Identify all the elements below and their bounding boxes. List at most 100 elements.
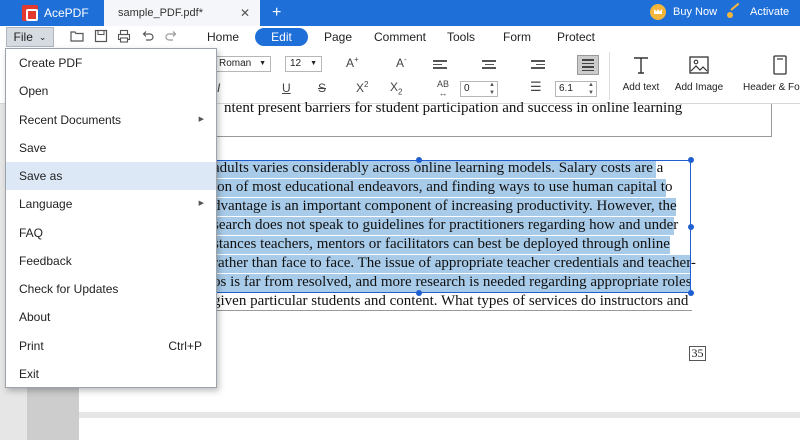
key-icon: [726, 4, 742, 20]
menu-item-label: Language: [19, 197, 73, 212]
add-text-button[interactable]: Add text: [620, 54, 662, 93]
add-image-label: Add Image: [674, 82, 724, 93]
menu-item-save[interactable]: Save: [6, 134, 216, 162]
app-tab[interactable]: AcePDF: [0, 0, 104, 26]
menu-item-print[interactable]: Print Ctrl+P: [6, 332, 216, 360]
document-tab[interactable]: sample_PDF.pdf* ✕: [104, 0, 260, 26]
menu-item-faq[interactable]: FAQ: [6, 219, 216, 247]
document-text-line: given particular students and content. W…: [213, 293, 693, 311]
caret-down-icon: ▼: [259, 60, 266, 67]
resize-handle[interactable]: [416, 290, 422, 296]
menu-item-label: Print: [19, 338, 44, 353]
underline-icon[interactable]: U: [282, 81, 291, 95]
buy-now-label: Buy Now: [673, 6, 718, 18]
menu-item-about[interactable]: About: [6, 303, 216, 331]
font-size-value: 12: [290, 58, 302, 69]
text-t-icon: [630, 54, 652, 76]
justify-icon[interactable]: [577, 55, 599, 75]
subscript-icon[interactable]: X2: [390, 80, 402, 96]
spinner-icon[interactable]: ▲ ▼: [489, 81, 495, 97]
menu-item-label: Check for Updates: [19, 282, 119, 296]
buy-now-button[interactable]: Buy Now: [650, 4, 717, 20]
header-footer-label: Header & Fo: [743, 82, 800, 93]
chevron-down-icon: ⌄: [38, 31, 47, 42]
header-footer-button[interactable]: Header & Fo: [743, 54, 800, 93]
tab-protect[interactable]: Protect: [552, 28, 600, 46]
menu-item-exit[interactable]: Exit: [6, 360, 216, 388]
menu-item-recent-documents[interactable]: Recent Documents ▶: [6, 106, 216, 134]
file-menu-button[interactable]: File ⌄: [6, 27, 54, 47]
document-text-line: ntent present barriers for student parti…: [224, 100, 683, 116]
character-spacing-input[interactable]: 0 ▲ ▼: [460, 81, 498, 97]
activate-label: Activate: [750, 6, 790, 18]
undo-icon[interactable]: [141, 29, 155, 43]
caret-down-icon: ▼: [310, 60, 317, 67]
spinner-icon[interactable]: ▲ ▼: [588, 81, 594, 97]
menu-item-label: FAQ: [19, 225, 44, 240]
app-name: AcePDF: [44, 6, 89, 20]
next-pdf-page[interactable]: [79, 418, 800, 440]
title-bar: AcePDF sample_PDF.pdf* ✕ + Buy Now Activ…: [0, 0, 800, 26]
strikethrough-icon[interactable]: S: [318, 81, 326, 95]
close-tab-icon[interactable]: ✕: [240, 6, 250, 20]
menu-item-label: Save as: [19, 169, 63, 183]
document-tab-label: sample_PDF.pdf*: [118, 7, 203, 19]
line-spacing-input[interactable]: 6.1 ▲ ▼: [555, 81, 597, 97]
tab-tools[interactable]: Tools: [441, 28, 481, 46]
resize-handle[interactable]: [416, 157, 422, 163]
menu-item-label: Save: [19, 140, 47, 155]
menu-item-create-pdf[interactable]: Create PDF: [6, 49, 216, 77]
menu-item-label: Exit: [19, 366, 40, 381]
file-dropdown-menu: Create PDF Open Recent Documents ▶ Save S…: [5, 48, 217, 388]
tab-page[interactable]: Page: [318, 28, 358, 46]
font-family-select[interactable]: Roman ▼: [214, 56, 271, 72]
align-center-icon[interactable]: [482, 60, 496, 72]
new-tab-button[interactable]: +: [272, 3, 281, 23]
line-spacing-icon[interactable]: ☰: [530, 79, 542, 95]
increase-font-icon[interactable]: A+: [346, 55, 359, 70]
tab-edit[interactable]: Edit: [255, 28, 308, 46]
character-spacing-value: 0: [464, 83, 470, 94]
menu-bar: File ⌄ Home Edit Page Comment Tools Form…: [0, 26, 800, 48]
menu-item-label: Feedback: [19, 253, 72, 268]
shortcut-label: Ctrl+P: [168, 338, 202, 353]
submenu-arrow-icon: ▶: [198, 115, 204, 123]
acepdf-logo-icon: [22, 5, 38, 21]
add-image-button[interactable]: Add Image: [673, 54, 725, 93]
character-spacing-icon[interactable]: AB ↔: [437, 80, 449, 98]
resize-handle[interactable]: [688, 290, 694, 296]
menu-item-check-updates[interactable]: Check for Updates: [6, 275, 216, 303]
open-folder-icon[interactable]: [70, 29, 84, 43]
save-icon[interactable]: [94, 29, 108, 43]
menu-item-language[interactable]: Language ▶: [6, 190, 216, 218]
resize-handle[interactable]: [688, 157, 694, 163]
menu-item-label: Create PDF: [19, 56, 83, 70]
tab-comment[interactable]: Comment: [368, 28, 432, 46]
font-size-select[interactable]: 12 ▼: [285, 56, 322, 72]
print-icon[interactable]: [117, 29, 131, 43]
italic-icon[interactable]: I: [217, 81, 220, 95]
header-footer-icon: [769, 54, 791, 76]
align-left-icon[interactable]: [433, 60, 447, 72]
menu-item-label: About: [19, 310, 51, 325]
file-menu-label: File: [13, 30, 33, 44]
activate-button[interactable]: Activate: [726, 4, 789, 20]
tab-form[interactable]: Form: [498, 28, 536, 46]
crown-icon: [650, 4, 666, 20]
superscript-icon[interactable]: X2: [356, 80, 368, 95]
menu-item-open[interactable]: Open: [6, 77, 216, 105]
menu-item-feedback[interactable]: Feedback: [6, 247, 216, 275]
redo-icon[interactable]: [164, 29, 178, 43]
page-number: 35: [689, 346, 706, 361]
text-selection-box[interactable]: [198, 160, 691, 293]
tab-home[interactable]: Home: [200, 28, 246, 46]
submenu-arrow-icon: ▶: [198, 200, 204, 208]
menu-item-save-as[interactable]: Save as: [6, 162, 216, 191]
resize-handle[interactable]: [688, 224, 694, 230]
add-text-label: Add text: [622, 82, 660, 93]
menu-item-label: Open: [19, 84, 49, 99]
line-spacing-value: 6.1: [559, 83, 573, 94]
font-family-value: Roman: [219, 58, 252, 69]
decrease-font-icon[interactable]: A-: [396, 55, 407, 70]
align-right-icon[interactable]: [531, 60, 545, 72]
